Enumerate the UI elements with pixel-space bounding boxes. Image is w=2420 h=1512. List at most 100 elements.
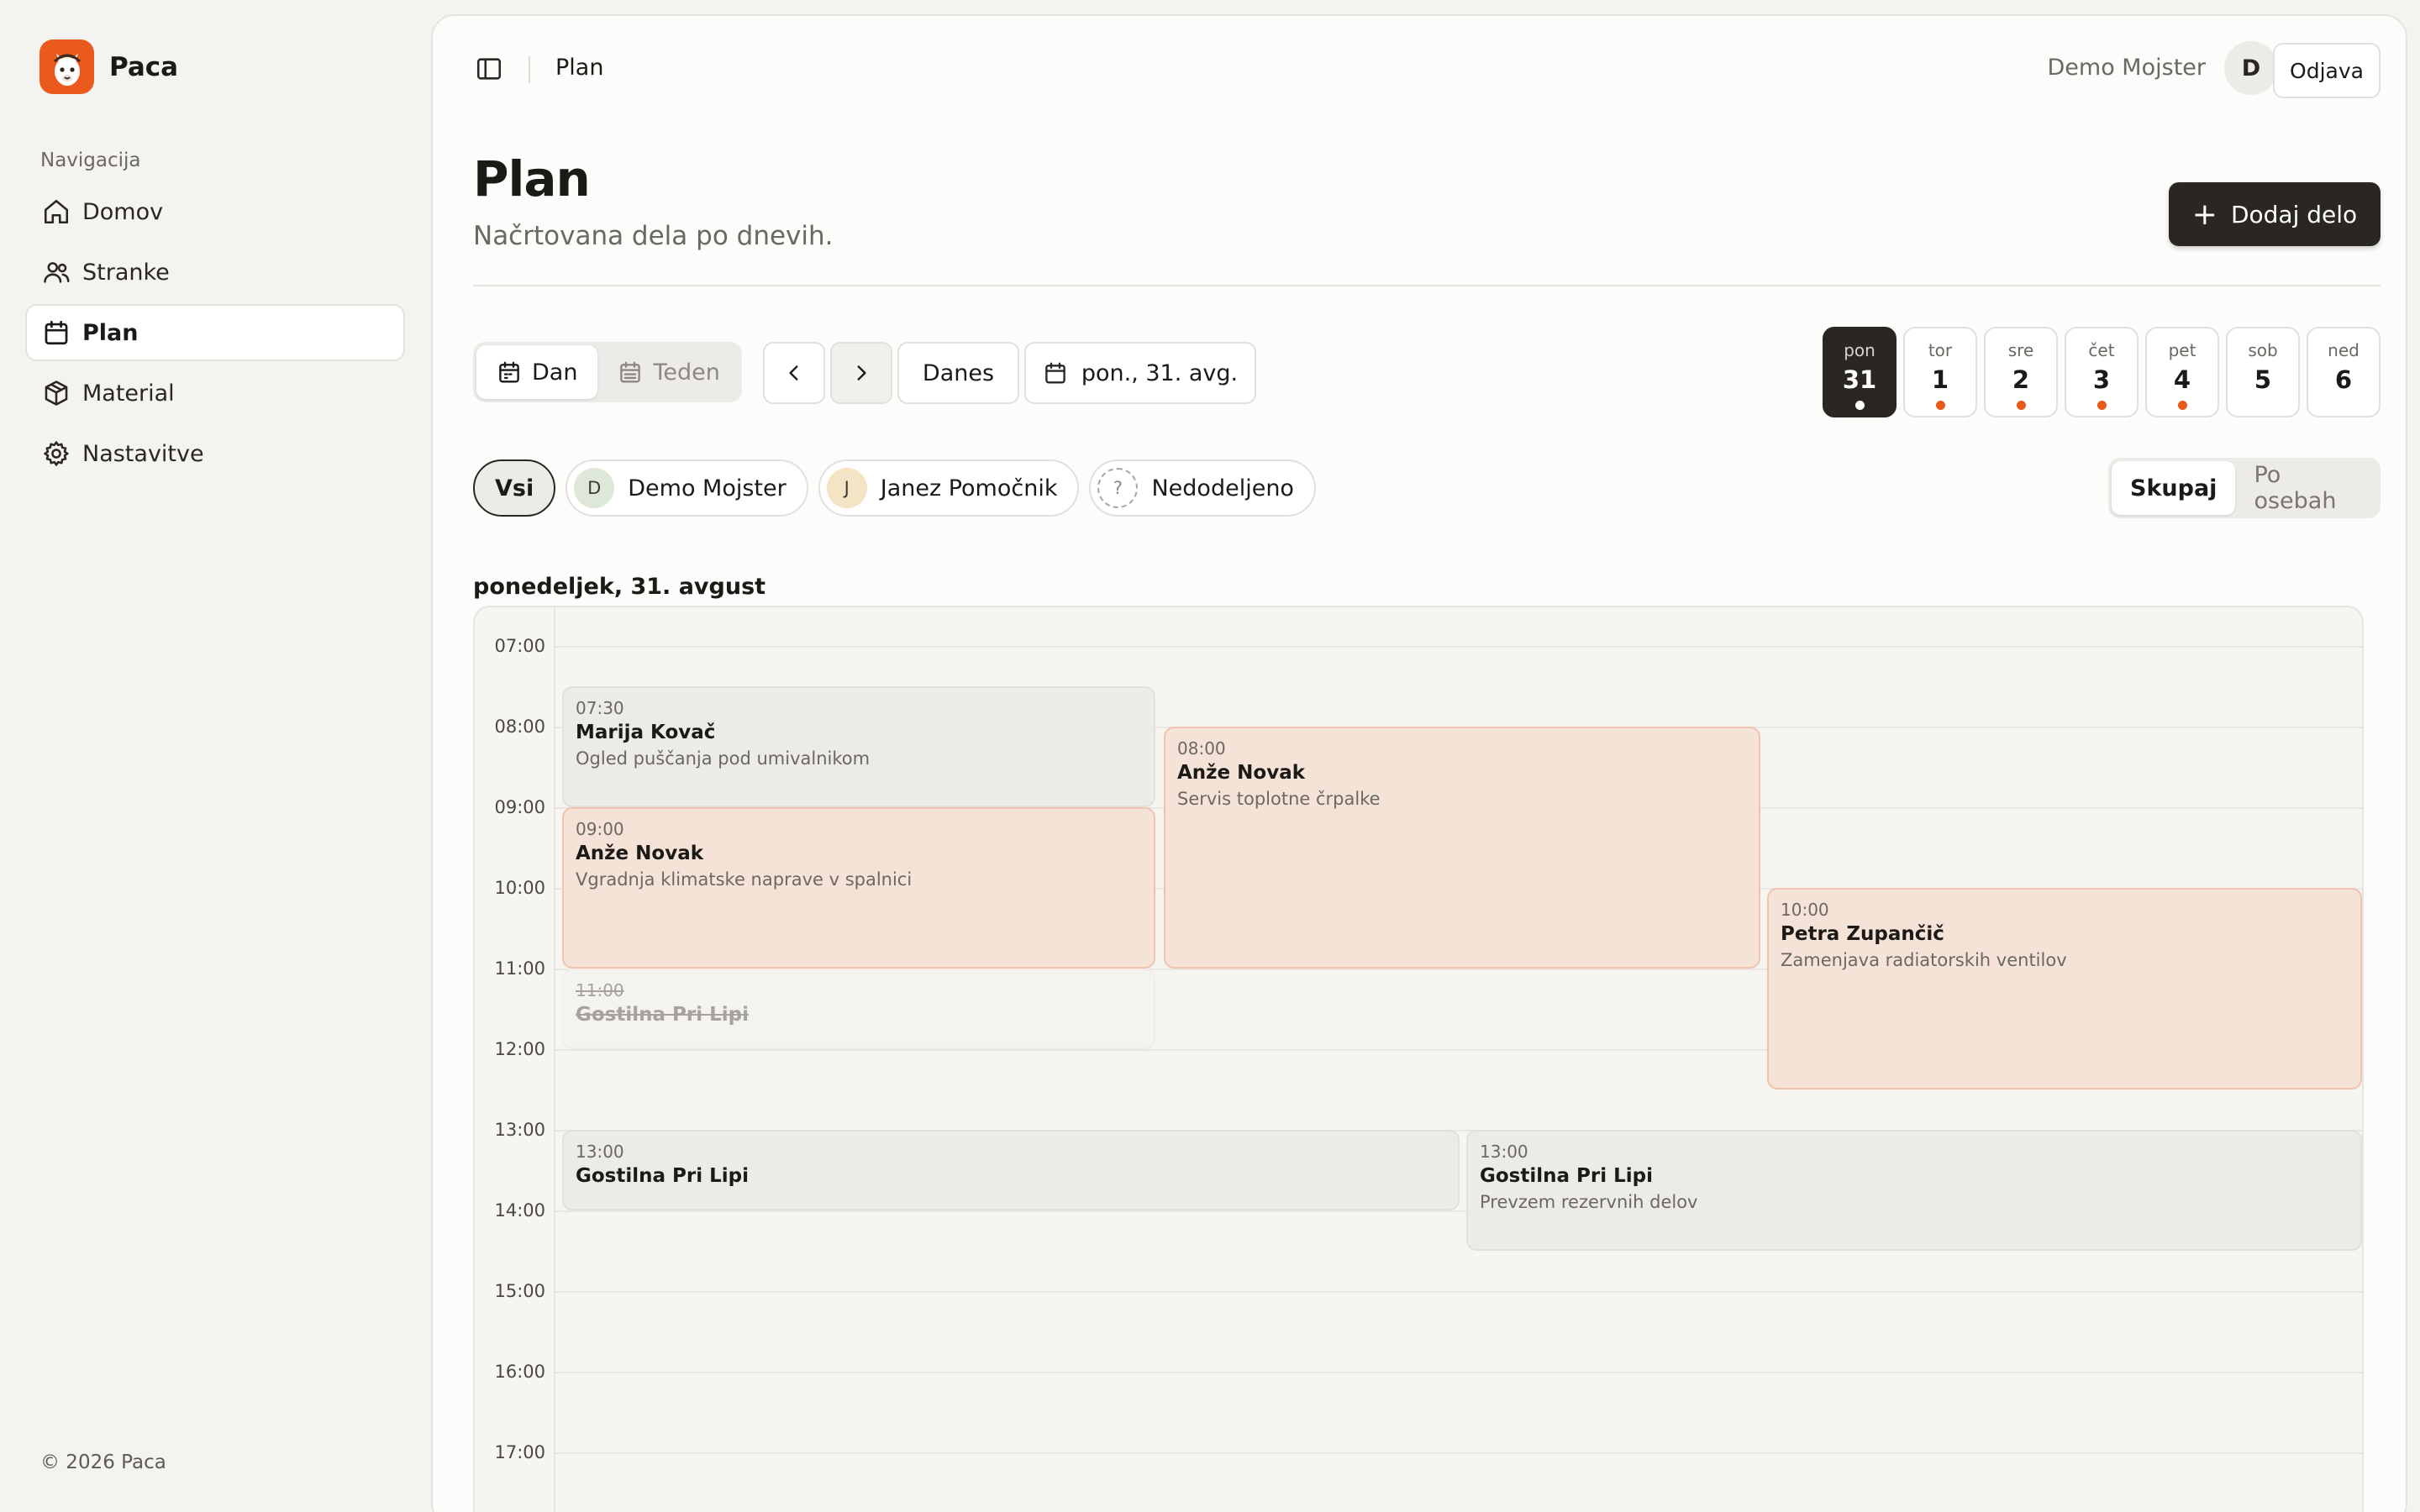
avatar[interactable]: D (2224, 41, 2278, 95)
view-week-label: Teden (653, 359, 720, 386)
day-indicator-dot (2096, 401, 2107, 410)
prev-day-button[interactable] (763, 342, 825, 404)
avatar: J (826, 468, 867, 508)
filter-all-chip[interactable]: Vsi (473, 459, 556, 517)
event-description: Vgradnja klimatske naprave v spalnici (576, 869, 913, 890)
hour-label: 14:00 (494, 1200, 545, 1221)
chip-label: Demo Mojster (628, 475, 786, 501)
brand[interactable]: Paca (39, 39, 178, 94)
filter-unassigned-chip[interactable]: ? Nedodeljeno (1089, 459, 1316, 517)
hour-label: 07:00 (494, 636, 545, 656)
hour-gridline (555, 1452, 2362, 1454)
event-time: 08:00 (1177, 738, 1226, 759)
group-by-person-button[interactable]: Po osebah (2235, 461, 2377, 515)
event-card[interactable]: 07:30 Marija Kovač Ogled puščanja pod um… (562, 686, 1155, 807)
today-button[interactable]: Danes (897, 342, 1019, 404)
event-time: 09:00 (576, 819, 624, 839)
day-weekday: pon (1844, 340, 1876, 360)
day-number: 4 (2173, 365, 2191, 394)
event-time: 10:00 (1781, 900, 1829, 920)
sidebar-item-label: Material (82, 380, 175, 407)
event-client: Gostilna Pri Lipi (576, 1165, 750, 1187)
hour-gridline (555, 1372, 2362, 1373)
sidebar: Paca Navigacija Domov Stranke Plan Mater… (0, 0, 430, 1512)
copyright: © 2026 Paca (40, 1452, 166, 1473)
plus-icon: + (2191, 197, 2217, 232)
day-tor[interactable]: tor 1 (1903, 327, 1977, 417)
grouping-switcher: Skupaj Po osebah (2108, 458, 2381, 518)
hour-label: 09:00 (494, 797, 545, 817)
date-heading: ponedeljek, 31. avgust (473, 574, 766, 600)
next-day-button[interactable] (830, 342, 892, 404)
event-time: 13:00 (1480, 1142, 1528, 1162)
calendar-icon (45, 320, 68, 345)
calendar-week-icon (620, 361, 641, 383)
day-weekday: sre (2007, 340, 2034, 360)
sidebar-item-material[interactable]: Material (25, 365, 405, 422)
topbar-divider (529, 56, 530, 83)
event-time: 11:00 (576, 980, 624, 1000)
view-week-button[interactable]: Teden (597, 345, 739, 399)
time-column: 07:00 08:00 09:00 10:00 11:00 12:00 13:0… (475, 607, 555, 1512)
sidebar-item-domov[interactable]: Domov (25, 183, 405, 240)
unassigned-icon: ? (1097, 468, 1139, 508)
sidebar-nav: Domov Stranke Plan Material Nastavitve (25, 183, 405, 486)
event-card[interactable]: 09:00 Anže Novak Vgradnja klimatske napr… (562, 807, 1155, 969)
week-strip: pon 31 tor 1 sre 2 čet 3 pet 4 sob 5 ned… (1816, 327, 2381, 417)
day-calendar: 07:00 08:00 09:00 10:00 11:00 12:00 13:0… (473, 606, 2364, 1512)
day-pon[interactable]: pon 31 (1823, 327, 1897, 417)
calendar-icon (1045, 362, 1065, 384)
hour-label: 13:00 (494, 1120, 545, 1140)
sidebar-item-label: Domov (82, 198, 164, 225)
hour-label: 12:00 (494, 1039, 545, 1059)
page-subtitle: Načrtovana dela po dnevih. (473, 221, 834, 251)
day-number: 3 (2092, 365, 2111, 394)
hour-gridline (555, 1291, 2362, 1293)
sidebar-item-nastavitve[interactable]: Nastavitve (25, 425, 405, 482)
day-pet[interactable]: pet 4 (2145, 327, 2219, 417)
llama-logo-icon (39, 39, 94, 94)
event-card[interactable]: 13:00 Gostilna Pri Lipi (562, 1130, 1460, 1210)
day-number: 5 (2254, 365, 2272, 394)
logout-button[interactable]: Odjava (2273, 43, 2381, 98)
event-card[interactable]: 10:00 Petra Zupančič Zamenjava radiators… (1767, 888, 2362, 1089)
sidebar-item-plan[interactable]: Plan (25, 304, 405, 361)
sidebar-item-label: Stranke (82, 259, 170, 286)
day-indicator-dot (2016, 401, 2026, 410)
user-name: Demo Mojster (2047, 55, 2207, 81)
day-sob[interactable]: sob 5 (2226, 327, 2300, 417)
event-card[interactable]: 13:00 Gostilna Pri Lipi Prevzem rezervni… (1466, 1130, 2362, 1251)
nav-heading: Navigacija (40, 150, 141, 171)
hour-label: 15:00 (494, 1281, 545, 1301)
filter-demo-mojster-chip[interactable]: D Demo Mojster (566, 459, 808, 517)
hour-label: 16:00 (494, 1362, 545, 1382)
filter-janez-pomocnik-chip[interactable]: J Janez Pomočnik (818, 459, 1080, 517)
event-client: Gostilna Pri Lipi (576, 1004, 750, 1026)
gear-icon (44, 441, 69, 466)
add-job-label: Dodaj delo (2230, 200, 2358, 228)
hour-label: 17:00 (494, 1442, 545, 1462)
hour-gridline (555, 646, 2362, 648)
view-day-button[interactable]: Dan (476, 345, 598, 399)
add-job-button[interactable]: + Dodaj delo (2169, 182, 2381, 246)
day-ned[interactable]: ned 6 (2307, 327, 2381, 417)
sidebar-toggle-button[interactable] (475, 55, 503, 83)
home-icon (44, 199, 69, 224)
sidebar-item-label: Nastavitve (82, 440, 204, 467)
view-switcher: Dan Teden (473, 342, 742, 402)
event-card-cancelled[interactable]: 11:00 Gostilna Pri Lipi (562, 969, 1155, 1049)
event-card[interactable]: 08:00 Anže Novak Servis toplotne črpalke (1164, 727, 1760, 969)
event-description: Ogled puščanja pod umivalnikom (576, 748, 871, 769)
header-divider (473, 285, 2381, 286)
date-picker-button[interactable]: pon., 31. avg. (1024, 342, 1256, 404)
sidebar-item-stranke[interactable]: Stranke (25, 244, 405, 301)
day-weekday: čet (2088, 340, 2115, 360)
group-together-button[interactable]: Skupaj (2112, 461, 2236, 515)
day-weekday: ned (2328, 340, 2360, 360)
event-client: Gostilna Pri Lipi (1480, 1165, 1654, 1187)
day-indicator-dot (2177, 401, 2187, 410)
day-sre[interactable]: sre 2 (1984, 327, 2058, 417)
day-cet[interactable]: čet 3 (2065, 327, 2139, 417)
day-weekday: tor (1928, 340, 1953, 360)
chip-label: Janez Pomočnik (880, 475, 1058, 501)
